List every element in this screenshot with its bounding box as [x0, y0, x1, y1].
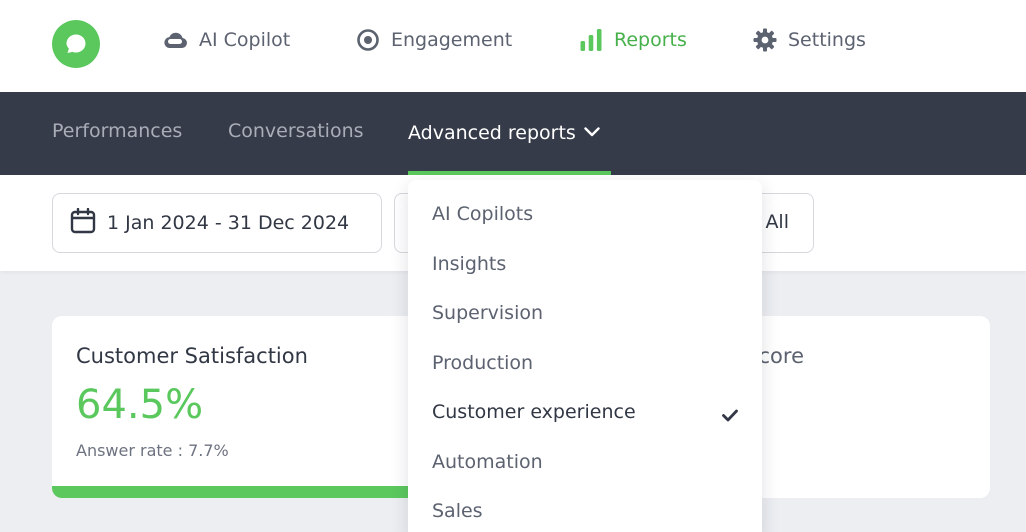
menu-item-automation[interactable]: Automation	[432, 445, 738, 479]
nav-engagement[interactable]: Engagement	[356, 26, 512, 54]
nav-reports[interactable]: Reports	[579, 26, 687, 54]
tab-conversations[interactable]: Conversations	[228, 120, 364, 142]
chevron-down-icon	[584, 120, 600, 142]
card-title: Customer Satisfaction	[76, 344, 308, 368]
secondary-filter-value: All	[765, 211, 789, 233]
nav-reports-label: Reports	[614, 29, 687, 51]
menu-item-supervision[interactable]: Supervision	[432, 296, 738, 330]
tab-advanced-reports-label: Advanced reports	[408, 122, 576, 144]
nav-settings-label: Settings	[788, 29, 866, 51]
tab-performances[interactable]: Performances	[52, 120, 182, 142]
date-range-picker[interactable]: 1 Jan 2024 - 31 Dec 2024	[52, 193, 382, 253]
gear-icon	[753, 28, 777, 52]
tab-advanced-reports[interactable]: Advanced reports	[408, 120, 600, 144]
target-icon	[356, 28, 380, 52]
chat-bubble-icon[interactable]	[52, 20, 100, 68]
menu-item-ai-copilots[interactable]: AI Copilots	[432, 197, 738, 231]
card-value: 64.5%	[76, 382, 204, 428]
checkmark-icon	[722, 405, 738, 427]
menu-item-sales[interactable]: Sales	[432, 494, 738, 528]
menu-item-customer-experience[interactable]: Customer experience	[432, 395, 738, 429]
customer-satisfaction-card: Customer Satisfaction 64.5% Answer rate …	[52, 316, 432, 498]
bar-chart-icon	[579, 28, 603, 52]
menu-item-production[interactable]: Production	[432, 346, 738, 380]
nav-settings[interactable]: Settings	[753, 26, 866, 54]
nav-ai-copilot[interactable]: AI Copilot	[162, 26, 290, 54]
menu-item-insights[interactable]: Insights	[432, 247, 738, 281]
nav-ai-copilot-label: AI Copilot	[199, 29, 291, 51]
advanced-reports-dropdown: AI Copilots Insights Supervision Product…	[408, 180, 762, 532]
date-range-value: 1 Jan 2024 - 31 Dec 2024	[107, 212, 350, 234]
card-subtitle: Answer rate : 7.7%	[76, 441, 229, 460]
cloud-icon	[162, 30, 188, 50]
score-card: core	[740, 316, 990, 498]
nav-engagement-label: Engagement	[391, 29, 513, 51]
sub-nav: Performances Conversations Advanced repo…	[0, 92, 1026, 175]
card-title: core	[758, 344, 805, 368]
progress-bar	[52, 486, 432, 498]
menu-item-label: Customer experience	[432, 401, 636, 423]
top-nav: AI Copilot Engagement Reports Settings	[0, 0, 1026, 92]
calendar-icon	[70, 207, 96, 238]
